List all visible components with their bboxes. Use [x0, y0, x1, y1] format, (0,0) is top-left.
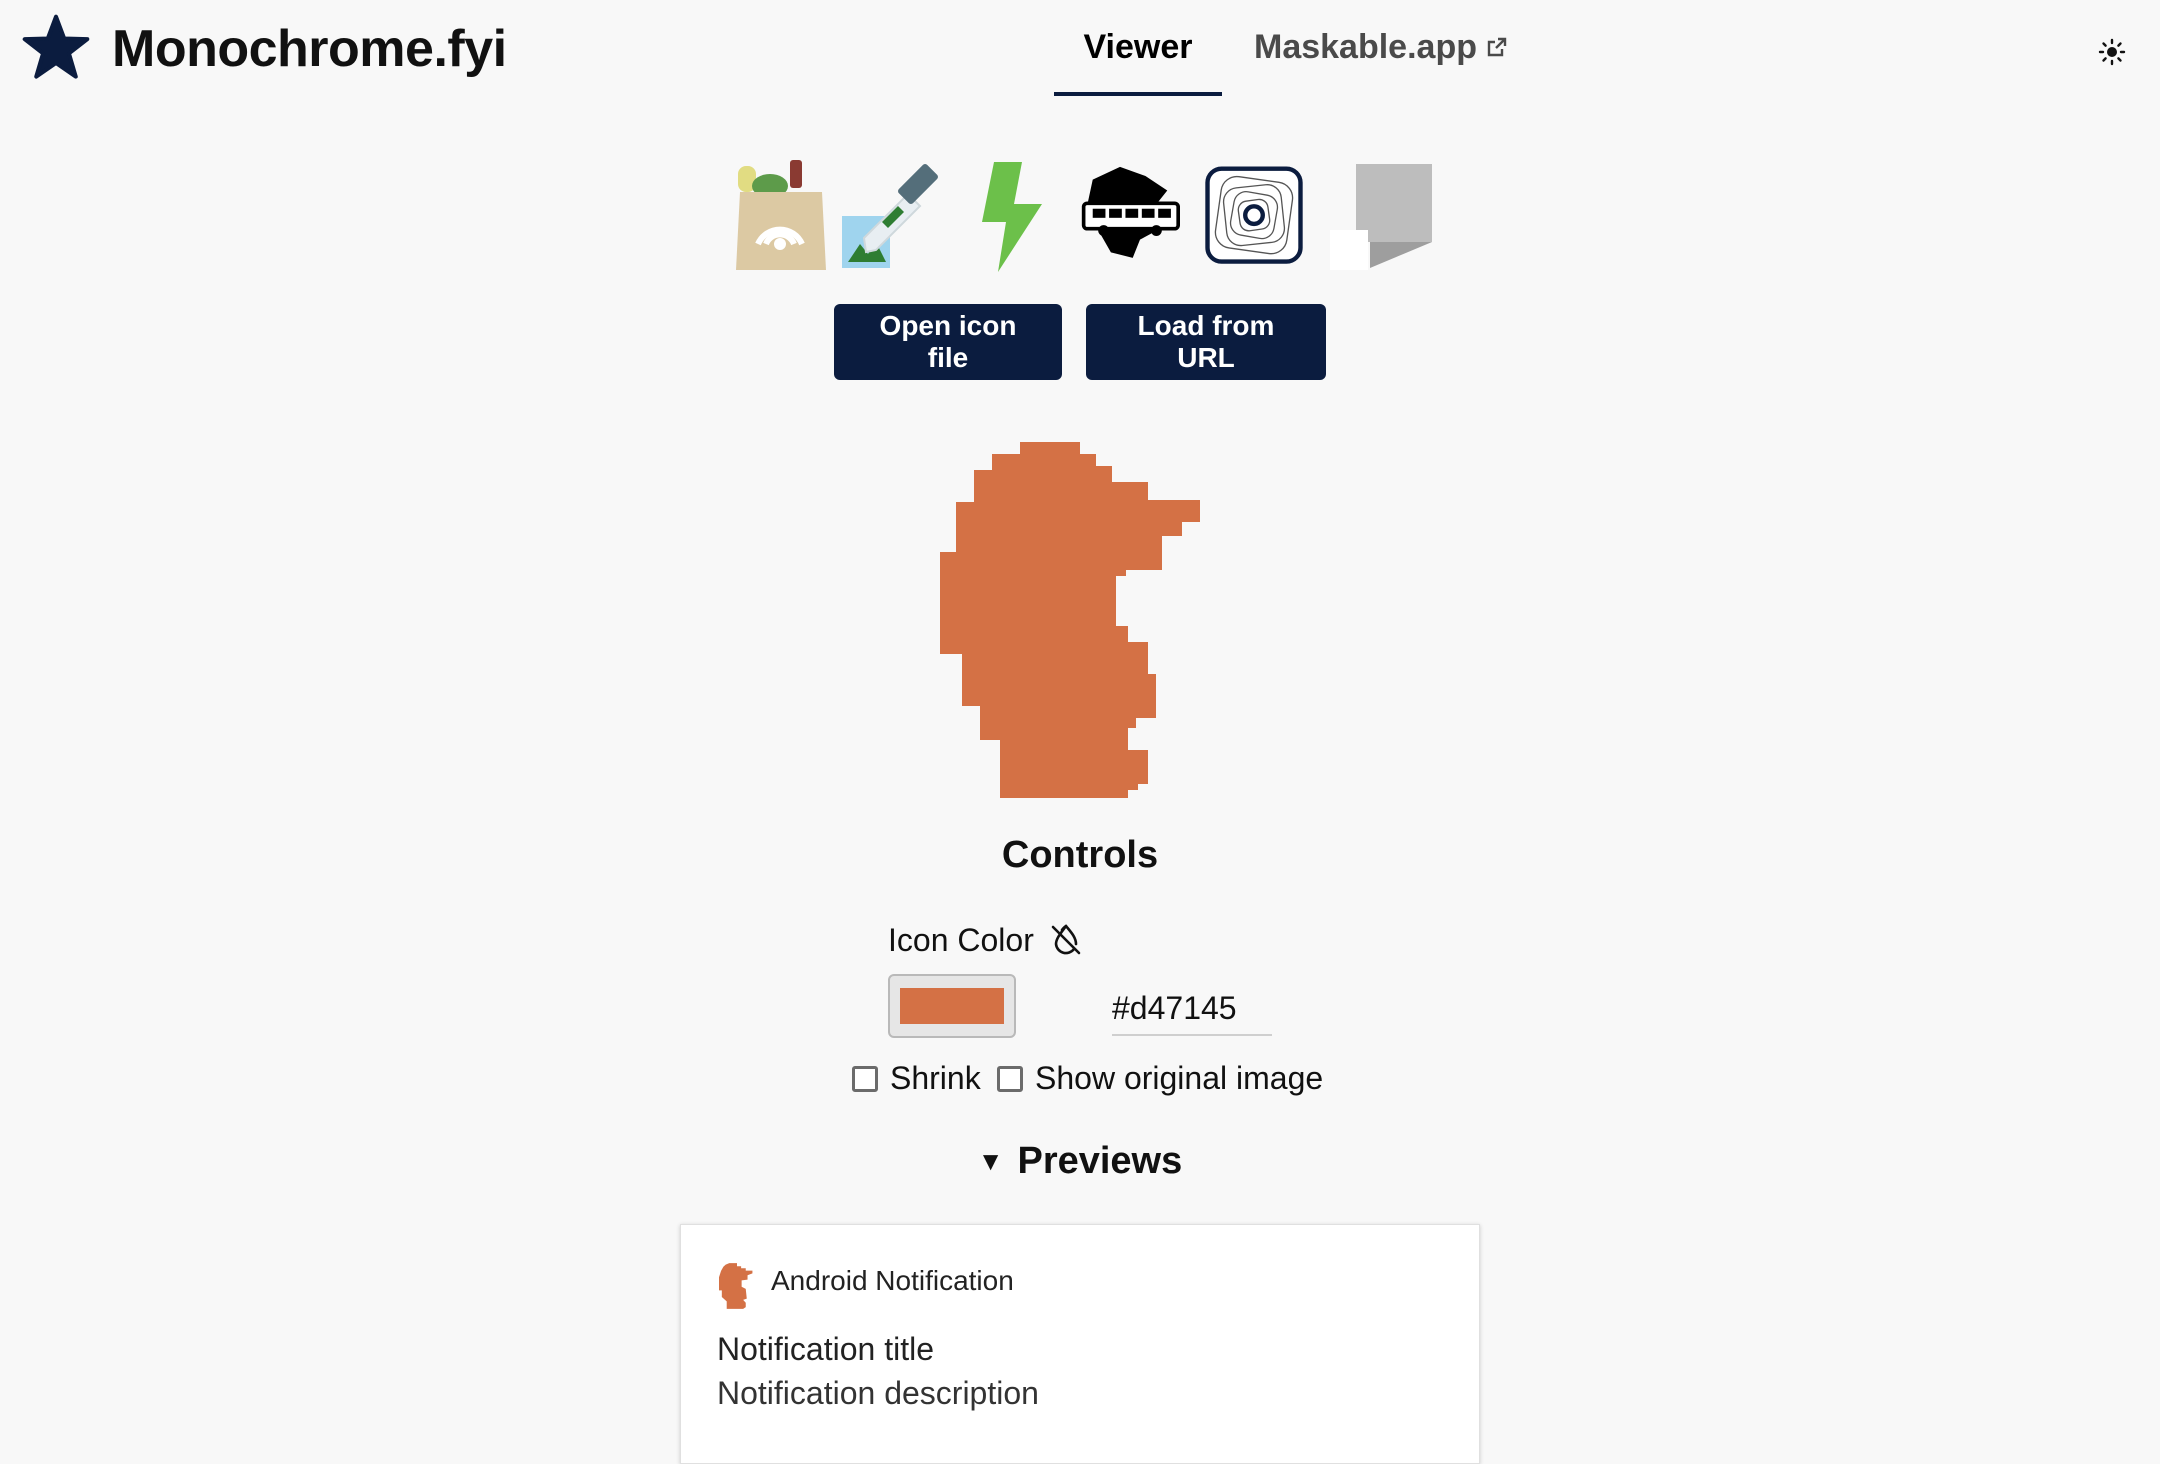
concentric-squares-icon[interactable]	[1204, 158, 1304, 274]
previews-heading: Previews	[1017, 1140, 1183, 1182]
show-original-checkbox[interactable]	[997, 1065, 1023, 1092]
active-tab-indicator	[1054, 92, 1222, 96]
color-swatch-picker[interactable]	[888, 974, 1016, 1038]
android-notification-preview: Android Notification Notification title …	[680, 1224, 1480, 1464]
previews-toggle[interactable]: ▼ Previews	[0, 1140, 2160, 1183]
notification-app-icon	[719, 1263, 753, 1309]
lightning-bolt-icon[interactable]	[970, 158, 1070, 274]
shrink-option[interactable]: Shrink	[852, 1060, 981, 1097]
notification-app-name: Android Notification	[771, 1265, 1014, 1296]
color-swatch-fill	[900, 988, 1004, 1024]
monochrome-icon-preview	[940, 442, 1200, 798]
shrink-label[interactable]: Shrink	[890, 1060, 981, 1097]
island-bus-icon[interactable]	[1080, 158, 1180, 274]
tab-maskable-label: Maskable.app	[1254, 28, 1477, 66]
controls-heading: Controls	[1001, 834, 1159, 876]
open-icon-file-button[interactable]: Open icon file	[834, 304, 1062, 380]
external-link-icon	[1487, 37, 1507, 57]
notification-description: Notification description	[717, 1375, 1039, 1411]
monochrome-shape	[940, 442, 1200, 798]
site-title[interactable]: Monochrome.fyi	[112, 14, 507, 84]
shrink-checkbox[interactable]	[852, 1065, 878, 1092]
tab-viewer[interactable]: Viewer	[1054, 22, 1222, 72]
grocery-bag-icon[interactable]	[730, 158, 830, 274]
droplet-off-icon[interactable]	[1048, 922, 1084, 958]
eyedropper-image-icon[interactable]	[838, 158, 938, 274]
icon-color-label: Icon Color	[888, 922, 1034, 958]
sun-icon[interactable]	[2098, 38, 2126, 66]
star-icon[interactable]	[22, 14, 90, 82]
disclosure-triangle-icon: ▼	[977, 1146, 1004, 1176]
folded-paper-icon[interactable]	[1326, 158, 1436, 274]
notification-title: Notification title	[717, 1331, 934, 1367]
load-from-url-button[interactable]: Load from URL	[1086, 304, 1326, 380]
tab-maskable-app[interactable]: Maskable.app	[1254, 22, 1509, 72]
show-original-label[interactable]: Show original image	[1035, 1060, 1323, 1097]
show-original-option[interactable]: Show original image	[997, 1060, 1323, 1097]
color-hex-input[interactable]	[1112, 982, 1272, 1036]
